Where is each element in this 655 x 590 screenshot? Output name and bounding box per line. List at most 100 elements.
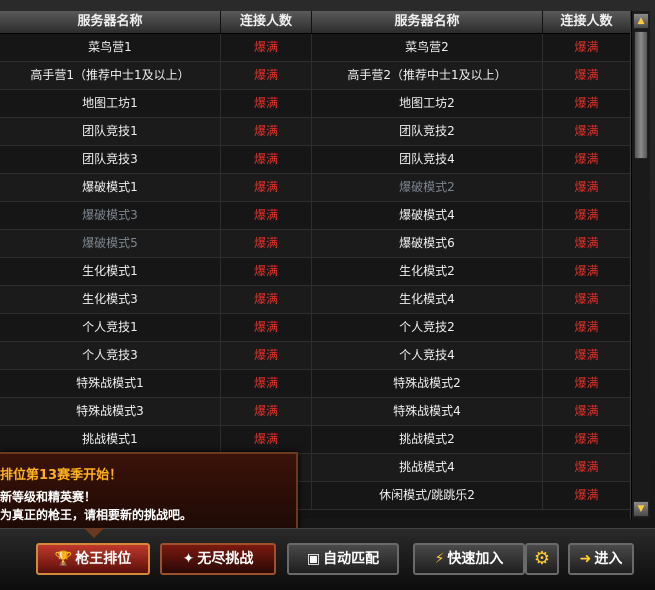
cell-players-left: 爆满 [221, 62, 312, 89]
cell-players-right: 爆满 [543, 34, 630, 61]
cell-players-left: 爆满 [221, 174, 312, 201]
endless-challenge-button[interactable]: ✦ 无尽挑战 [160, 543, 276, 575]
enter-button[interactable]: ➜ 进入 [568, 543, 634, 575]
cell-players-left: 爆满 [221, 342, 312, 369]
cell-server-name-right: 生化模式2 [312, 258, 543, 285]
cell-server-name-left: 个人竞技3 [0, 342, 221, 369]
cell-players-right: 爆满 [543, 342, 630, 369]
cell-players-left: 爆满 [221, 118, 312, 145]
cell-server-name-right: 菜鸟营2 [312, 34, 543, 61]
auto-match-icon: ▣ [306, 551, 321, 567]
ranked-button[interactable]: 🏆 枪王排位 [36, 543, 150, 575]
wings-emblem-icon: ✦ [182, 551, 195, 567]
cell-server-name-right: 挑战模式2 [312, 426, 543, 453]
enter-arrow-icon: ➜ [579, 551, 592, 567]
cell-server-name-right: 挑战模式4 [312, 454, 543, 481]
cell-server-name-left: 地图工坊1 [0, 90, 221, 117]
table-header: 服务器名称 连接人数 服务器名称 连接人数 [0, 11, 630, 34]
notice-line-3: 为真正的枪王，请相要新的挑战吧。 [0, 508, 193, 522]
table-row[interactable]: 团队竞技3 爆满 团队竞技4 爆满 [0, 146, 630, 174]
cell-players-right: 爆满 [543, 146, 630, 173]
cell-server-name-left: 生化模式3 [0, 286, 221, 313]
cell-players-left: 爆满 [221, 34, 312, 61]
settings-button[interactable]: ⚙ [525, 543, 559, 575]
cell-server-name-right: 个人竞技4 [312, 342, 543, 369]
table-row[interactable]: 特殊战模式3 爆满 特殊战模式4 爆满 [0, 398, 630, 426]
cell-players-left: 爆满 [221, 314, 312, 341]
cell-server-name-left: 团队竞技1 [0, 118, 221, 145]
cell-players-left: 爆满 [221, 90, 312, 117]
season-notice-popup: 排位第13赛季开始！ 新等级和精英赛！ 为真正的枪王，请相要新的挑战吧。 [0, 452, 298, 532]
header-server-name-right: 服务器名称 [312, 11, 543, 33]
cell-server-name-right: 爆破模式4 [312, 202, 543, 229]
cell-server-name-right: 爆破模式2 [312, 174, 543, 201]
automatch-label: 自动匹配 [323, 551, 380, 567]
scroll-thumb[interactable] [634, 31, 648, 159]
cell-players-right: 爆满 [543, 258, 630, 285]
cell-players-right: 爆满 [543, 370, 630, 397]
cell-server-name-right: 生化模式4 [312, 286, 543, 313]
table-row[interactable]: 地图工坊1 爆满 地图工坊2 爆满 [0, 90, 630, 118]
auto-match-button[interactable]: ▣ 自动匹配 [287, 543, 399, 575]
lightning-icon: ⚡ [434, 551, 445, 567]
cell-server-name-left: 爆破模式5 [0, 230, 221, 257]
table-row[interactable]: 爆破模式3 爆满 爆破模式4 爆满 [0, 202, 630, 230]
cell-server-name-left: 高手营1（推荐中士1及以上） [0, 62, 221, 89]
table-row[interactable]: 生化模式3 爆满 生化模式4 爆满 [0, 286, 630, 314]
cell-server-name-right: 爆破模式6 [312, 230, 543, 257]
cell-players-right: 爆满 [543, 482, 630, 509]
cell-players-right: 爆满 [543, 202, 630, 229]
table-row[interactable]: 高手营1（推荐中士1及以上） 爆满 高手营2（推荐中士1及以上） 爆满 [0, 62, 630, 90]
cell-server-name-right: 高手营2（推荐中士1及以上） [312, 62, 543, 89]
table-row[interactable]: 爆破模式1 爆满 爆破模式2 爆满 [0, 174, 630, 202]
cell-server-name-left: 特殊战模式1 [0, 370, 221, 397]
table-row[interactable]: 个人竞技3 爆满 个人竞技4 爆满 [0, 342, 630, 370]
cell-players-left: 爆满 [221, 370, 312, 397]
endless-label: 无尽挑战 [197, 551, 254, 567]
cell-players-right: 爆满 [543, 118, 630, 145]
table-scrollbar[interactable]: ▲ ▼ [631, 11, 650, 519]
scroll-down-icon[interactable]: ▼ [633, 501, 649, 517]
table-row[interactable]: 团队竞技1 爆满 团队竞技2 爆满 [0, 118, 630, 146]
cell-server-name-right: 特殊战模式4 [312, 398, 543, 425]
cell-players-right: 爆满 [543, 90, 630, 117]
cell-server-name-right: 团队竞技4 [312, 146, 543, 173]
cell-players-left: 爆满 [221, 286, 312, 313]
notice-pointer [84, 528, 104, 538]
quickjoin-label: 快速加入 [447, 551, 504, 567]
cell-players-left: 爆满 [221, 202, 312, 229]
cell-server-name-right: 个人竞技2 [312, 314, 543, 341]
quick-join-button[interactable]: ⚡ 快速加入 [413, 543, 525, 575]
cell-players-right: 爆满 [543, 398, 630, 425]
cell-server-name-left: 特殊战模式3 [0, 398, 221, 425]
gear-icon: ⚙ [533, 548, 551, 569]
cell-server-name-left: 个人竞技1 [0, 314, 221, 341]
header-players-right: 连接人数 [543, 11, 630, 33]
cell-server-name-right: 休闲模式/跳跳乐2 [312, 482, 543, 509]
cell-server-name-left: 挑战模式1 [0, 426, 221, 453]
notice-line-2: 新等级和精英赛！ [0, 490, 97, 504]
table-row[interactable]: 菜鸟营1 爆满 菜鸟营2 爆满 [0, 34, 630, 62]
table-row[interactable]: 生化模式1 爆满 生化模式2 爆满 [0, 258, 630, 286]
table-row[interactable]: 特殊战模式1 爆满 特殊战模式2 爆满 [0, 370, 630, 398]
trophy-icon: 🏆 [54, 551, 73, 567]
table-row[interactable]: 挑战模式1 爆满 挑战模式2 爆满 [0, 426, 630, 454]
cell-server-name-left: 爆破模式1 [0, 174, 221, 201]
cell-server-name-left: 团队竞技3 [0, 146, 221, 173]
table-row[interactable]: 爆破模式5 爆满 爆破模式6 爆满 [0, 230, 630, 258]
cell-players-right: 爆满 [543, 314, 630, 341]
header-players-left: 连接人数 [221, 11, 312, 33]
cell-server-name-left: 生化模式1 [0, 258, 221, 285]
cell-players-right: 爆满 [543, 454, 630, 481]
table-row[interactable]: 个人竞技1 爆满 个人竞技2 爆满 [0, 314, 630, 342]
cell-players-left: 爆满 [221, 146, 312, 173]
ranked-label: 枪王排位 [75, 551, 132, 567]
cell-server-name-right: 特殊战模式2 [312, 370, 543, 397]
cell-server-name-left: 菜鸟营1 [0, 34, 221, 61]
server-table: 服务器名称 连接人数 服务器名称 连接人数 菜鸟营1 爆满 菜鸟营2 爆满 高手营1（推… [0, 11, 631, 519]
header-server-name-left: 服务器名称 [0, 11, 221, 33]
cell-players-right: 爆满 [543, 174, 630, 201]
scroll-up-icon[interactable]: ▲ [633, 13, 649, 29]
cell-server-name-right: 团队竞技2 [312, 118, 543, 145]
cell-players-left: 爆满 [221, 398, 312, 425]
